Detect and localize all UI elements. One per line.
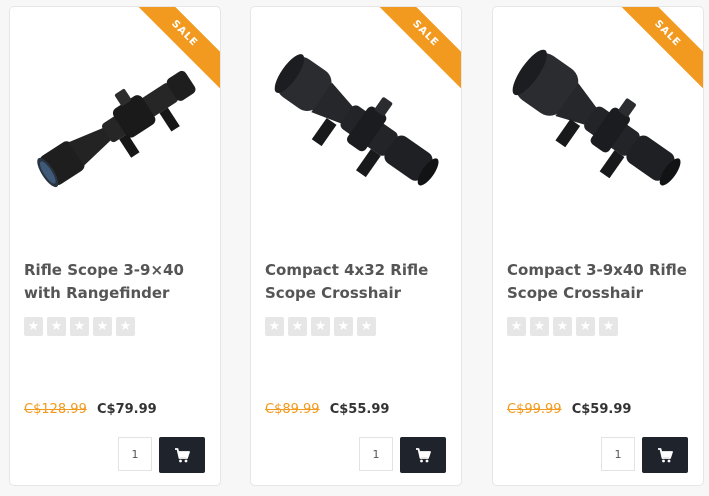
- star-icon: ★: [24, 317, 43, 336]
- price: C$128.99 C$79.99: [24, 402, 157, 417]
- star-icon: ★: [553, 317, 572, 336]
- star-icon: ★: [576, 317, 595, 336]
- product-card: SALE Compact 4x32 Rifle Scope Crosshair …: [250, 6, 462, 486]
- cart-icon: [416, 447, 431, 462]
- rating-stars: ★ ★ ★ ★ ★: [507, 317, 618, 336]
- star-icon: ★: [288, 317, 307, 336]
- sale-price: C$55.99: [329, 402, 390, 417]
- star-icon: ★: [47, 317, 66, 336]
- product-title[interactable]: Rifle Scope 3-9×40 with Rangefinder: [24, 259, 214, 305]
- rating-stars: ★ ★ ★ ★ ★: [24, 317, 135, 336]
- add-to-cart-button[interactable]: [642, 437, 688, 473]
- product-title-line: Compact 3-9x40 Rifle: [507, 261, 687, 279]
- star-icon: ★: [530, 317, 549, 336]
- star-icon: ★: [334, 317, 353, 336]
- add-to-cart-button[interactable]: [400, 437, 446, 473]
- old-price: C$89.99: [265, 402, 320, 417]
- star-icon: ★: [93, 317, 112, 336]
- product-title-line: Scope Crosshair: [507, 284, 644, 302]
- product-card: SALE Compact 3-9x40 Rifle Scope Crosshai…: [492, 6, 704, 486]
- star-icon: ★: [507, 317, 526, 336]
- rifle-scope-compact-image[interactable]: [505, 37, 693, 217]
- product-title[interactable]: Compact 4x32 Rifle Scope Crosshair: [265, 259, 455, 305]
- old-price: C$128.99: [24, 402, 87, 417]
- old-price: C$99.99: [507, 402, 562, 417]
- quantity-input[interactable]: [601, 437, 635, 471]
- price: C$89.99 C$55.99: [265, 402, 389, 417]
- rifle-scope-long-image[interactable]: [22, 37, 210, 217]
- quantity-input[interactable]: [359, 437, 393, 471]
- star-icon: ★: [357, 317, 376, 336]
- product-card: SALE Rifle Scope 3-9×40 with Rangefinder…: [9, 6, 221, 486]
- price: C$99.99 C$59.99: [507, 402, 631, 417]
- rating-stars: ★ ★ ★ ★ ★: [265, 317, 376, 336]
- star-icon: ★: [311, 317, 330, 336]
- sale-price: C$59.99: [571, 402, 632, 417]
- cart-icon: [175, 447, 190, 462]
- star-icon: ★: [265, 317, 284, 336]
- star-icon: ★: [599, 317, 618, 336]
- add-to-cart-button[interactable]: [159, 437, 205, 473]
- cart-icon: [658, 447, 673, 462]
- quantity-input[interactable]: [118, 437, 152, 471]
- rifle-scope-compact-image[interactable]: [263, 37, 451, 217]
- star-icon: ★: [70, 317, 89, 336]
- product-title-line: Scope Crosshair: [265, 284, 402, 302]
- star-icon: ★: [116, 317, 135, 336]
- product-title-line: with Rangefinder: [24, 284, 170, 302]
- product-title-line: Compact 4x32 Rifle: [265, 261, 429, 279]
- sale-price: C$79.99: [96, 402, 157, 417]
- product-title[interactable]: Compact 3-9x40 Rifle Scope Crosshair: [507, 259, 697, 305]
- product-title-line: Rifle Scope 3-9×40: [24, 261, 184, 279]
